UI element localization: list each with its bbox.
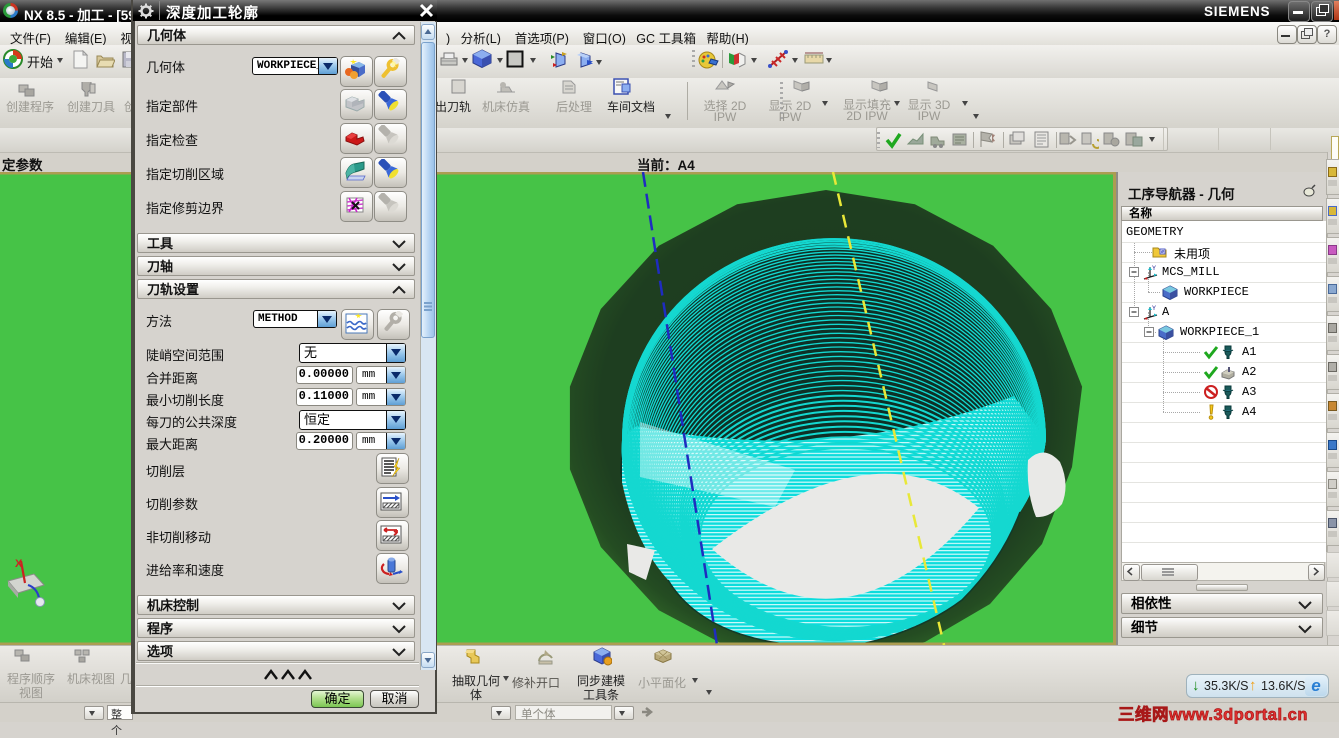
- svg-text:X: X: [15, 558, 23, 570]
- svg-text:Y: Y: [1152, 306, 1156, 312]
- svg-text:Y: Y: [1152, 266, 1156, 272]
